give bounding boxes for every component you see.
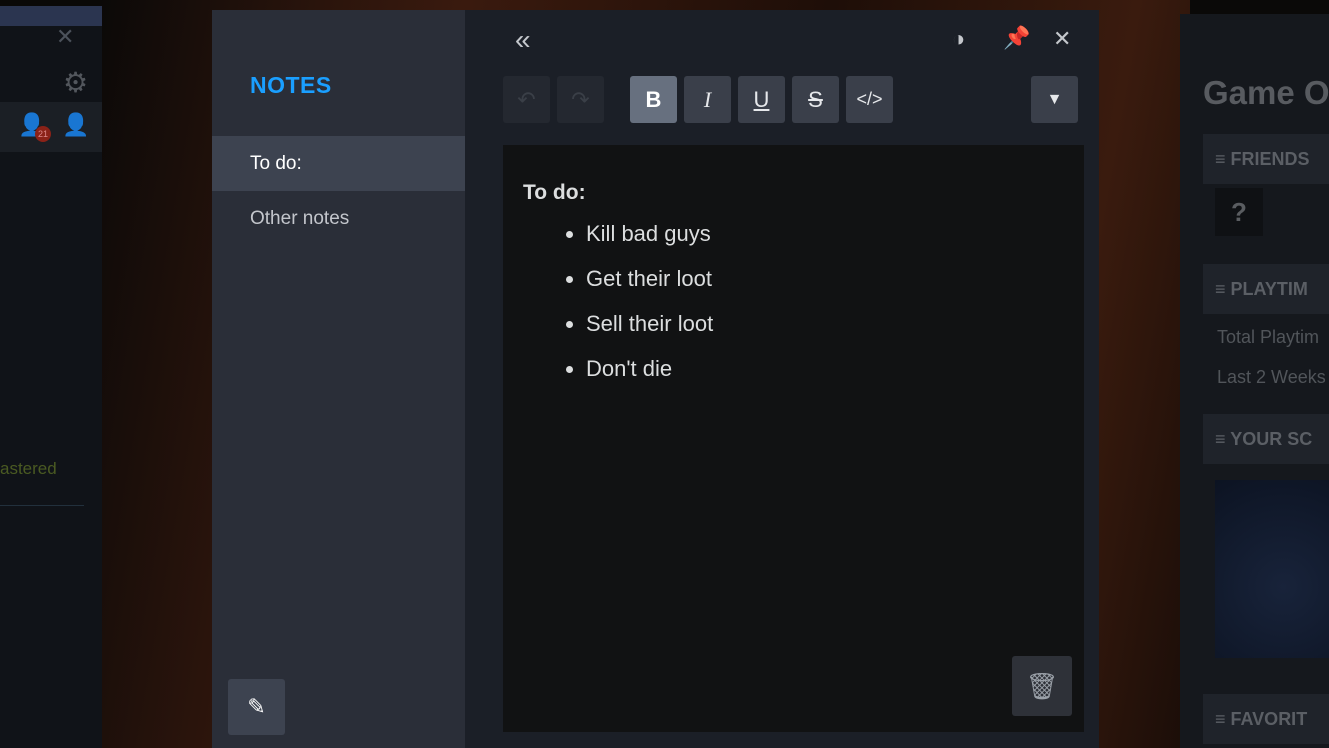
section-label: YOUR SC xyxy=(1230,429,1313,449)
divider xyxy=(0,505,84,506)
close-icon[interactable]: ✕ xyxy=(56,24,74,50)
close-icon[interactable]: ✕ xyxy=(1053,26,1071,52)
notes-title: NOTES xyxy=(250,72,332,98)
notification-badge: 21 xyxy=(35,126,51,142)
bold-button[interactable]: B xyxy=(630,76,677,123)
notes-sidebar: NOTES To do: Other notes ✎ xyxy=(212,10,465,748)
note-heading: To do: xyxy=(523,181,586,204)
list-item: Kill bad guys xyxy=(586,217,1064,262)
note-editor[interactable]: To do: Kill bad guys Get their loot Sell… xyxy=(503,145,1084,732)
undo-button[interactable]: ↶ xyxy=(503,76,550,123)
game-overview-panel: Game O ≡ FRIENDS ? ≡ PLAYTIM Total Playt… xyxy=(1180,14,1329,748)
list-item: Don't die xyxy=(586,352,1064,397)
new-note-button[interactable]: ✎ xyxy=(228,679,285,735)
list-item: Get their loot xyxy=(586,262,1064,307)
more-options-button[interactable]: ▼ xyxy=(1031,76,1078,123)
gear-icon[interactable]: ⚙ xyxy=(63,66,88,99)
last-2-weeks: Last 2 Weeks xyxy=(1217,367,1326,387)
friends-bar: 👤 👤 xyxy=(0,102,102,152)
game-status-text: astered xyxy=(0,459,57,478)
chevron-down-icon: ▼ xyxy=(1046,91,1063,108)
section-label: PLAYTIM xyxy=(1230,279,1308,299)
collapse-icon[interactable]: « xyxy=(515,24,531,56)
section-label: FRIENDS xyxy=(1230,149,1310,169)
section-label: FAVORIT xyxy=(1230,709,1308,729)
panel-topbar xyxy=(0,6,102,26)
redo-button[interactable]: ↷ xyxy=(557,76,604,123)
italic-button[interactable]: I xyxy=(684,76,731,123)
strikethrough-button[interactable]: S xyxy=(792,76,839,123)
section-playtime[interactable]: ≡ PLAYTIM xyxy=(1203,264,1329,314)
trash-icon: 🗑 xyxy=(1025,671,1059,701)
contrast-icon[interactable]: ◑ xyxy=(952,26,965,52)
game-title: Game O xyxy=(1203,74,1329,111)
screenshot-thumbnail[interactable] xyxy=(1215,480,1329,658)
bullet-list: Kill bad guys Get their loot Sell their … xyxy=(586,217,1064,397)
section-screenshots[interactable]: ≡ YOUR SC xyxy=(1203,414,1329,464)
note-item-todo[interactable]: To do: xyxy=(212,136,465,191)
pencil-plus-icon: ✎ xyxy=(247,694,266,719)
pin-icon[interactable]: 📌 xyxy=(1003,25,1030,51)
list-item: Sell their loot xyxy=(586,307,1064,352)
total-playtime: Total Playtim xyxy=(1217,327,1320,347)
notes-overlay: NOTES To do: Other notes ✎ « ◑ 📌 ✕ ↶ ↷ B… xyxy=(212,10,1099,748)
unknown-friend-avatar[interactable]: ? xyxy=(1215,188,1263,236)
code-button[interactable]: </> xyxy=(846,76,893,123)
section-favorites[interactable]: ≡ FAVORIT xyxy=(1203,694,1329,744)
add-friend-icon[interactable]: 👤 xyxy=(62,112,92,142)
section-friends[interactable]: ≡ FRIENDS xyxy=(1203,134,1329,184)
underline-button[interactable]: U xyxy=(738,76,785,123)
note-item-other[interactable]: Other notes xyxy=(212,191,465,246)
delete-note-button[interactable]: 🗑 xyxy=(1012,656,1072,716)
